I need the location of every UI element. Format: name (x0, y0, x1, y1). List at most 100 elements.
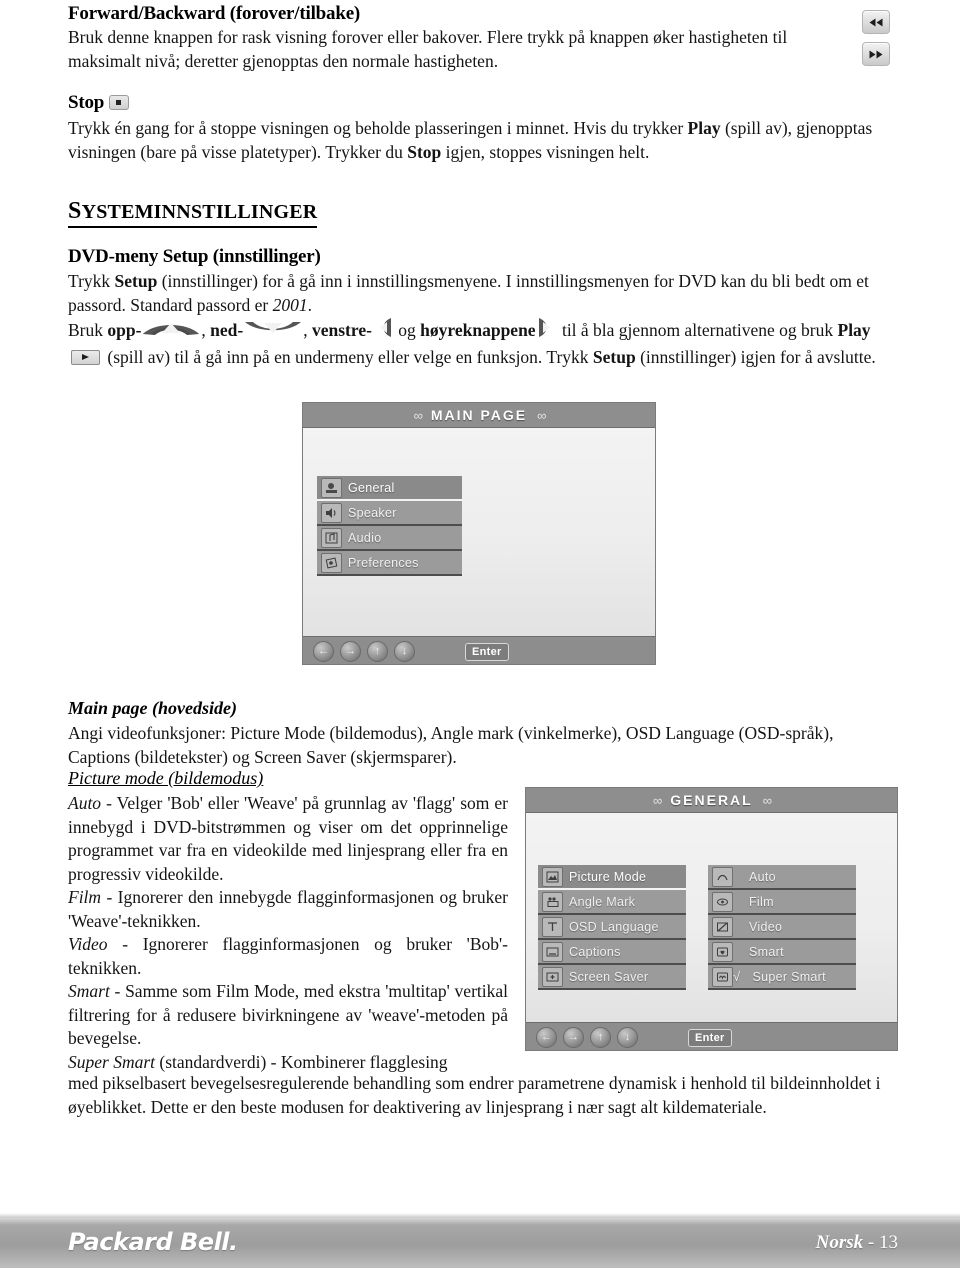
picture-mode-term-auto: Auto (68, 793, 102, 813)
audio-icon (321, 527, 342, 548)
picture-mode-icon (542, 866, 563, 887)
footer-separator: - (863, 1232, 879, 1253)
right-button-icon (536, 317, 558, 345)
osd-general-option-auto[interactable]: Auto (708, 865, 856, 890)
osd-main-item-preferences-label: Preferences (348, 555, 419, 570)
picture-mode-text-video: - Ignorerer flagginformasjonen og bruker… (68, 934, 508, 978)
nav-tail-3: (innstillinger) igjen for å avslutte. (635, 346, 876, 367)
picture-mode-text-auto: - Velger 'Bob' eller 'Weave' på grunnlag… (68, 793, 508, 884)
osd-screenshot-main-page: ∞ MAIN PAGE ∞ General Speaker Audio Pref… (302, 402, 656, 665)
osd-general-body: Picture Mode Angle Mark OSD Language Cap… (526, 813, 897, 1022)
osd-general-option-auto-label: Auto (749, 869, 776, 884)
picture-mode-heading-wrap: Picture mode (bildemodus) (68, 768, 263, 789)
osd-main-body: General Speaker Audio Preferences (303, 428, 655, 636)
right-arrow-icon[interactable]: → (563, 1027, 584, 1048)
smart-icon (712, 941, 733, 962)
up-arrow-icon[interactable]: ↑ (590, 1027, 611, 1048)
osd-general-item-osd-language[interactable]: OSD Language (538, 915, 686, 940)
nav-down-label: ned- (210, 319, 244, 340)
nav-comma-2: , (303, 319, 312, 340)
down-arrow-icon[interactable]: ↓ (394, 641, 415, 662)
main-page-body: Angi videofunksjoner: Picture Mode (bild… (68, 723, 834, 767)
speaker-icon (321, 502, 342, 523)
stop-button-icon (109, 95, 130, 111)
osd-main-menu-list: General Speaker Audio Preferences (317, 476, 462, 576)
osd-general-title-bar: ∞ GENERAL ∞ (526, 788, 897, 813)
down-button-icon (243, 318, 303, 345)
osd-general-item-osd-language-label: OSD Language (569, 919, 659, 934)
osd-general-option-film-label: Film (749, 894, 774, 909)
left-button-icon (372, 317, 394, 345)
chain-right-icon: ∞ (762, 792, 772, 808)
dvd-body-setup-bold: Setup (114, 271, 158, 291)
left-arrow-icon[interactable]: ← (536, 1027, 557, 1048)
osd-general-item-captions[interactable]: Captions (538, 940, 686, 965)
dvd-menu-setup-heading: DVD-meny Setup (innstillinger) (68, 246, 321, 267)
osd-general-item-screen-saver[interactable]: Screen Saver (538, 965, 686, 990)
dvd-menu-setup-body: Trykk Setup (innstillinger) for å gå inn… (68, 270, 898, 317)
nav-left-label: venstre- (311, 319, 372, 340)
osd-language-icon (542, 916, 563, 937)
osd-general-footer: ← → ↑ ↓ Enter (526, 1022, 897, 1050)
stop-body: Trykk én gang for å stoppe visningen og … (68, 117, 873, 164)
picture-mode-text-film: - Ignorerer den innebygde flagginformasj… (68, 887, 508, 931)
fast-forward-button-icon (862, 42, 890, 66)
osd-general-option-smart[interactable]: Smart (708, 940, 856, 965)
picture-mode-tail-paragraph: med pikselbasert bevegelsesregulerende b… (68, 1073, 881, 1117)
osd-general-option-film[interactable]: Film (708, 890, 856, 915)
osd-main-title: MAIN PAGE (430, 407, 528, 423)
stop-body-part-1: Trykk én gang for å stoppe visningen og … (68, 118, 688, 138)
picture-mode-term-video: Video (68, 934, 108, 954)
stop-body-play-bold: Play (687, 118, 721, 138)
chain-left-icon: ∞ (652, 792, 662, 808)
osd-general-option-smart-label: Smart (749, 944, 784, 959)
navigation-instructions: Bruk opp- , ned- , venstre- og høyreknap… (68, 318, 903, 369)
chain-left-icon: ∞ (413, 407, 423, 423)
osd-screenshot-general: ∞ GENERAL ∞ Picture Mode Angle Mark OSD … (525, 787, 898, 1051)
osd-general-right-menu: Auto Film Video Smart √ Super Smart (708, 865, 856, 990)
left-arrow-icon[interactable]: ← (313, 641, 334, 662)
page-footer-label: Norsk - 13 (816, 1232, 898, 1254)
stop-body-stop-bold: Stop (407, 141, 442, 162)
down-arrow-icon[interactable]: ↓ (617, 1027, 638, 1048)
main-page-heading: Main page (hovedside) (68, 698, 237, 718)
play-button-icon (71, 349, 100, 365)
right-arrow-icon[interactable]: → (340, 641, 361, 662)
film-icon (712, 891, 733, 912)
osd-main-title-bar: ∞ MAIN PAGE ∞ (303, 403, 655, 428)
enter-button[interactable]: Enter (465, 642, 509, 661)
osd-general-item-picture-mode-label: Picture Mode (569, 869, 647, 884)
rewind-button-icon (862, 10, 890, 34)
osd-main-item-preferences[interactable]: Preferences (317, 551, 462, 576)
picture-mode-term-smart: Smart (68, 981, 110, 1001)
osd-general-item-picture-mode[interactable]: Picture Mode (538, 865, 686, 890)
forward-backward-heading: Forward/Backward (forover/tilbake) (68, 3, 361, 24)
osd-general-option-video[interactable]: Video (708, 915, 856, 940)
footer-page-number: 13 (879, 1232, 898, 1253)
picture-mode-heading: Picture mode (bildemodus) (68, 768, 264, 788)
stop-heading: Stop (68, 91, 368, 115)
osd-general-title: GENERAL (670, 792, 753, 808)
picture-mode-entry-auto: Auto - Velger 'Bob' eller 'Weave' på gru… (68, 792, 508, 886)
angle-mark-icon (542, 891, 563, 912)
auto-icon (712, 866, 733, 887)
osd-general-item-angle-mark[interactable]: Angle Mark (538, 890, 686, 915)
osd-general-option-super-smart-label: Super Smart (752, 969, 826, 984)
osd-main-item-speaker[interactable]: Speaker (317, 501, 462, 526)
osd-main-item-general[interactable]: General (317, 476, 462, 501)
picture-mode-term-super-smart: Super Smart (68, 1051, 156, 1072)
preferences-icon (321, 552, 342, 573)
up-arrow-icon[interactable]: ↑ (367, 641, 388, 662)
osd-main-item-audio-label: Audio (348, 530, 382, 545)
dvd-body-part-2: (innstillinger) for å gå inn i innstilli… (68, 271, 869, 315)
enter-button[interactable]: Enter (688, 1028, 732, 1047)
osd-general-item-angle-mark-label: Angle Mark (569, 894, 636, 909)
up-button-icon (141, 318, 201, 345)
osd-main-item-audio[interactable]: Audio (317, 526, 462, 551)
packard-bell-logo: Packard Bell. (68, 1228, 238, 1256)
osd-general-option-super-smart[interactable]: √ Super Smart (708, 965, 856, 990)
osd-main-item-general-label: General (348, 480, 395, 495)
nav-up-label: opp- (107, 319, 142, 340)
osd-main-footer: ← → ↑ ↓ Enter (303, 636, 655, 664)
picture-mode-text-super-smart: (standardverdi) - Kombinerer flagglesing (155, 1051, 448, 1072)
